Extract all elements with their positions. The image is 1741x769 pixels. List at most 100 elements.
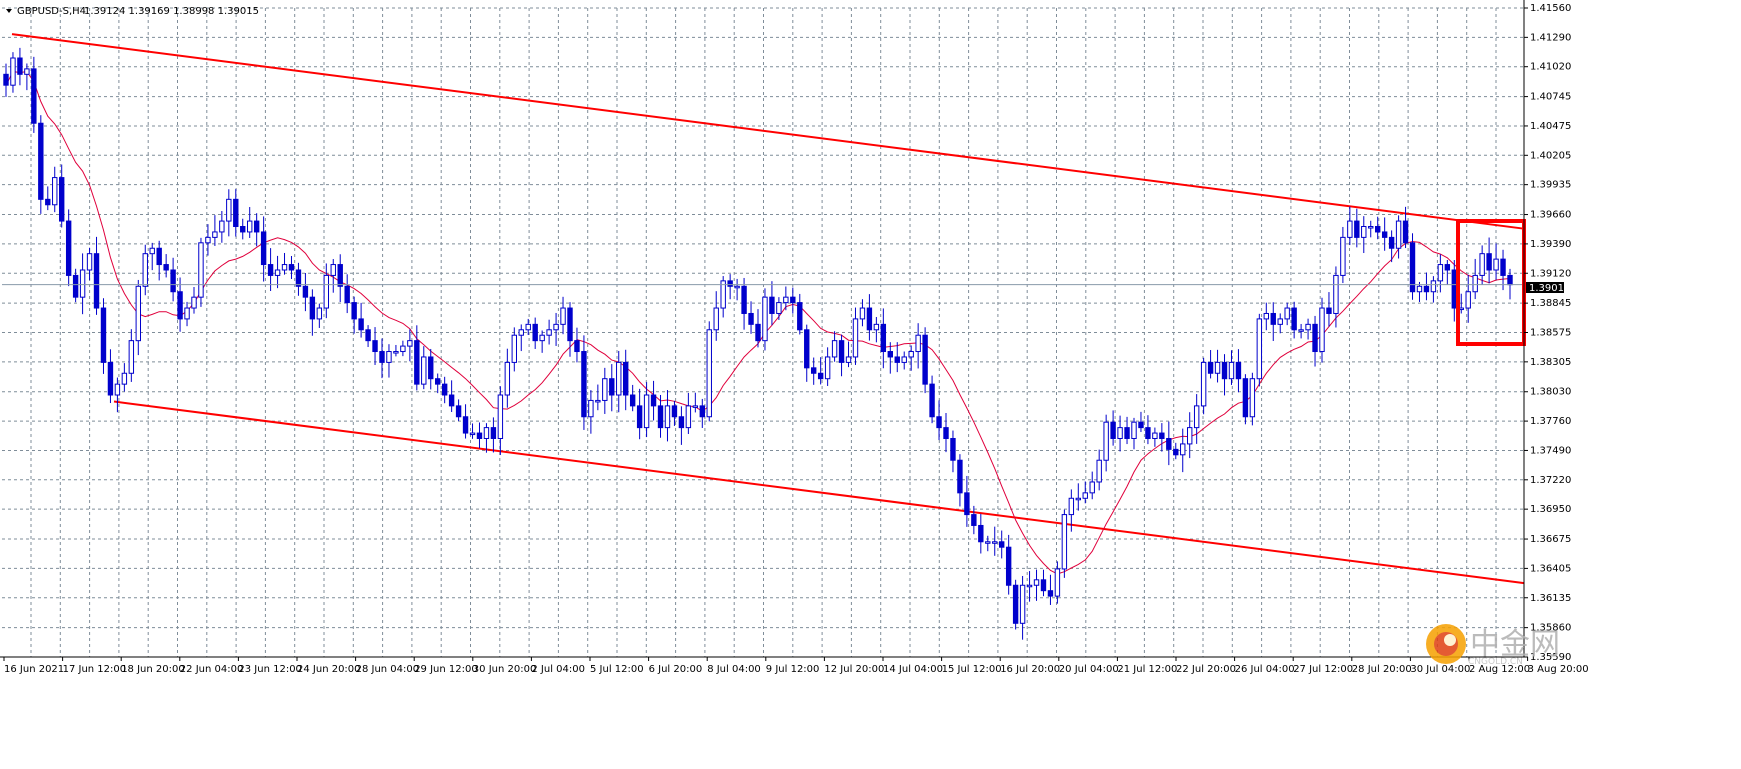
candle-body-bull [1187, 427, 1193, 445]
candle-body-bull [226, 198, 232, 222]
candle-body-bull [546, 329, 552, 336]
candle-body-bear [790, 296, 796, 304]
x-tick-label: 30 Jul 04:00 [1410, 664, 1470, 675]
candle-body-bull [407, 340, 413, 347]
candle-body-bull [281, 264, 288, 271]
candle-body-bear [1124, 427, 1130, 439]
candle-body-bear [609, 378, 615, 396]
candle-body-bull [1333, 274, 1339, 314]
candle-body-bull [184, 307, 190, 320]
candle-body-bear [358, 318, 364, 331]
candle-body-bull [1479, 253, 1485, 276]
candle-body-bull [330, 264, 336, 276]
candle-body-bull [212, 231, 218, 238]
candle-body-bull [915, 334, 921, 353]
candle-body-bull [525, 323, 531, 331]
candle-body-bull [518, 329, 524, 336]
candle-body-bull [1103, 421, 1109, 461]
candle-body-bull [1228, 361, 1235, 380]
candle-body-bull [1089, 481, 1095, 494]
x-tick-label: 21 Jul 12:00 [1117, 664, 1177, 675]
candle-body-bull [1416, 285, 1423, 293]
x-tick-label: 6 Jul 20:00 [649, 664, 703, 675]
candle-body-bear [636, 405, 643, 429]
y-tick-label: 1.36950 [1530, 504, 1571, 515]
candle-body-bull [908, 351, 914, 358]
x-tick-label: 16 Jun 2021 [4, 664, 64, 675]
candle-body-bull [1347, 220, 1353, 238]
candle-body-bear [1402, 220, 1409, 244]
candle-body-bull [1082, 492, 1088, 499]
y-tick-label: 1.39390 [1530, 239, 1571, 250]
candle-body-bull [421, 356, 427, 385]
candle-body-bull [497, 394, 504, 439]
x-tick-label: 26 Jul 04:00 [1235, 664, 1295, 675]
candle-body-bull [824, 356, 831, 380]
candle-body-bear [574, 340, 580, 353]
candle-body-bull [504, 361, 511, 396]
x-tick-label: 28 Jun 04:00 [356, 664, 420, 675]
candle-body-bull [1026, 584, 1033, 588]
candle-body-bear [699, 405, 705, 418]
candle-body-bull [553, 323, 559, 331]
candle-body-bull [386, 351, 392, 363]
candle-body-bear [999, 541, 1005, 548]
candle-body-bear [170, 269, 176, 293]
candle-body-bull [783, 296, 789, 304]
candle-body-bull [685, 405, 692, 429]
candle-body-bear [978, 524, 984, 543]
candle-body-bear [1012, 584, 1019, 624]
candle-body-bear [657, 405, 664, 429]
current-price-marker-text: 1.39015 [1529, 283, 1570, 294]
candle-body-bear [309, 296, 316, 320]
candle-body-bull [1214, 361, 1221, 374]
candle-body-bear [1047, 590, 1054, 597]
candle-body-bull [1263, 312, 1269, 320]
candle-body-bear [38, 122, 44, 200]
candle-body-bear [964, 492, 970, 516]
candle-body-bear [302, 285, 309, 298]
candle-body-bear [1242, 378, 1249, 418]
candle-body-bear [838, 340, 845, 363]
ohlc-label: 1.39124 1.39169 1.38998 1.39015 [84, 6, 259, 17]
candle-body-bull [247, 220, 253, 233]
candle-body-bear [100, 307, 107, 363]
candle-body-bull [114, 383, 121, 396]
candle-body-bear [476, 432, 483, 439]
x-tick-label: 20 Jul 04:00 [1059, 664, 1119, 675]
x-tick-label: 3 Aug 20:00 [1528, 664, 1589, 675]
candle-body-bull [1305, 323, 1311, 331]
candle-body-bull [539, 334, 545, 342]
candle-body-bear [804, 329, 810, 369]
candle-body-bear [1507, 274, 1513, 286]
x-tick-label: 22 Jul 20:00 [1176, 664, 1236, 675]
candle-body-bull [1180, 443, 1186, 456]
candle-body-bull [121, 372, 128, 385]
y-tick-label: 1.37490 [1530, 445, 1571, 456]
candle-body-bull [1472, 274, 1478, 293]
candle-body-bull [1277, 318, 1283, 325]
candle-body-bear [755, 323, 761, 342]
candle-body-bull [1249, 378, 1256, 418]
candle-body-bear [894, 356, 900, 363]
candle-body-bear [435, 378, 441, 385]
candle-body-bear [811, 367, 817, 374]
candle-body-bull [762, 296, 768, 342]
candle-body-bull [1368, 226, 1374, 229]
candle-body-bear [414, 340, 420, 385]
candle-body-bull [191, 296, 197, 309]
candle-body-bear [31, 68, 37, 124]
candle-body-bear [1486, 253, 1492, 271]
candle-body-bear [1354, 220, 1360, 238]
candle-body-bear [441, 383, 448, 396]
candle-body-bear [1375, 226, 1381, 233]
candle-body-bull [469, 432, 476, 436]
y-tick-label: 1.40745 [1530, 92, 1571, 103]
candle-body-bear [727, 280, 733, 287]
x-tick-label: 16 Jul 20:00 [1000, 664, 1060, 675]
candle-body-bull [643, 394, 650, 429]
candle-body-bear [455, 405, 462, 418]
candle-body-bear [650, 394, 657, 407]
candle-body-bull [1284, 307, 1290, 320]
candle-body-bull [219, 220, 225, 233]
